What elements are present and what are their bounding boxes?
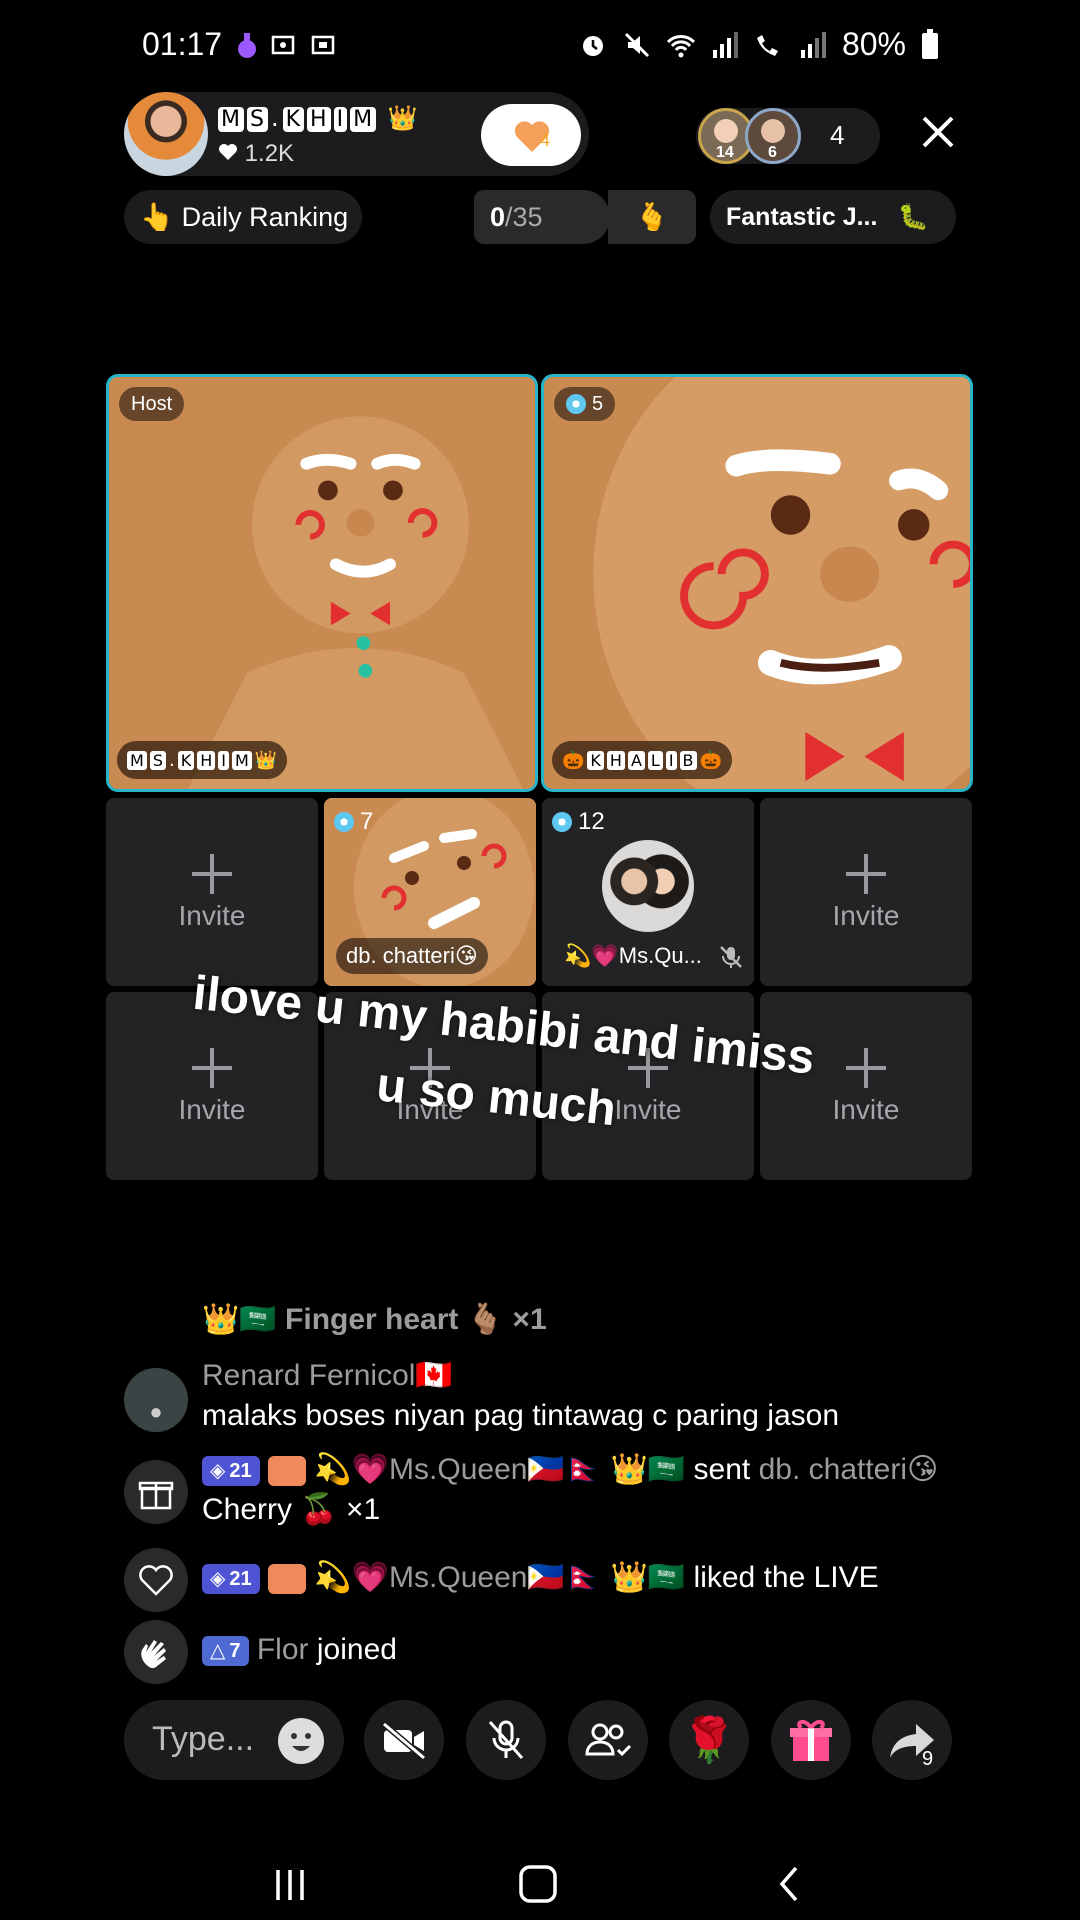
seat-name: 💫💗Ms.Qu... bbox=[564, 943, 702, 968]
gem-icon bbox=[552, 812, 572, 832]
video-off-icon bbox=[382, 1721, 426, 1760]
seat-level-badge: 12 bbox=[552, 808, 605, 836]
rose-gift-button[interactable]: 🌹 bbox=[669, 1700, 749, 1780]
seat-level-badge: 7 bbox=[334, 808, 373, 836]
wifi-icon bbox=[666, 34, 696, 57]
status-time: 01:17 bbox=[142, 26, 223, 62]
like-heart-icon bbox=[139, 1565, 173, 1596]
mic-muted-icon bbox=[720, 946, 742, 968]
host-likes: 1.2K bbox=[218, 140, 294, 168]
rose-icon: 🌹 bbox=[681, 1716, 737, 1765]
screen-capture-icon bbox=[271, 35, 295, 55]
invite-label: Invite bbox=[178, 900, 246, 931]
host-seat-nameplate: MS.KHIM 👑 bbox=[117, 741, 288, 779]
fan-badge bbox=[267, 1564, 306, 1595]
battery-percent: 80% bbox=[841, 26, 906, 62]
plus-icon bbox=[192, 854, 232, 894]
heart-icon bbox=[219, 144, 237, 160]
status-notification-icons bbox=[236, 30, 338, 60]
guests-button[interactable] bbox=[568, 1700, 648, 1780]
crown-icon: 👑 bbox=[254, 749, 278, 771]
close-icon[interactable] bbox=[918, 112, 958, 152]
mic-off-button[interactable] bbox=[466, 1700, 546, 1780]
screen-record-icon bbox=[311, 35, 335, 55]
guest-level-badge: 5 bbox=[554, 387, 616, 421]
viewer-avatar-2-badge: 6 bbox=[768, 144, 777, 161]
comment-placeholder: Type... bbox=[152, 1720, 255, 1758]
triangle-icon: △ bbox=[210, 1640, 226, 1663]
fan-badge bbox=[267, 1456, 306, 1487]
emoji-button[interactable] bbox=[278, 1718, 324, 1764]
viewer-count: 4 bbox=[830, 120, 845, 150]
invite-label: Invite bbox=[832, 900, 900, 931]
gingerbread-face-host bbox=[109, 377, 535, 789]
viewer-avatar-1-badge: 14 bbox=[716, 144, 734, 161]
signal-2-icon bbox=[800, 31, 826, 58]
back-icon[interactable] bbox=[770, 1864, 810, 1904]
user-avatar bbox=[124, 1620, 188, 1684]
user-avatar bbox=[124, 1548, 188, 1612]
gem-icon bbox=[566, 394, 586, 414]
status-bar: 01:17 80% bbox=[0, 0, 1080, 92]
diamond-icon: ◈ bbox=[210, 1568, 226, 1591]
user-avatar[interactable] bbox=[124, 1368, 188, 1432]
user-level-badge: △ 7 bbox=[202, 1636, 249, 1667]
daily-ranking-label: Daily Ranking bbox=[181, 201, 349, 232]
plus-icon bbox=[846, 854, 886, 894]
share-count: 9 bbox=[922, 1748, 934, 1770]
host-tag: Host bbox=[119, 387, 185, 421]
gift-button[interactable] bbox=[771, 1700, 851, 1780]
gift-box-icon bbox=[790, 1720, 832, 1761]
host-name: MS.KHIM 👑 bbox=[218, 104, 419, 132]
emoji-icon bbox=[291, 1733, 311, 1751]
guest-seat-nameplate: 🎃 KHALIB 🎃 bbox=[552, 741, 732, 779]
share-button[interactable] bbox=[872, 1700, 952, 1780]
mute-icon bbox=[624, 32, 650, 57]
caterpillar-icon: 🐛 bbox=[897, 202, 929, 231]
goal-gift-chip[interactable]: 🫰 bbox=[608, 190, 696, 244]
call-signal-icon bbox=[756, 34, 778, 56]
seat-name: db. chatteri😘 bbox=[336, 938, 488, 974]
guest-seat-2[interactable]: 7 db. chatteri😘 bbox=[324, 798, 536, 986]
gift-icon bbox=[138, 1481, 174, 1510]
recent-apps-icon[interactable] bbox=[270, 1864, 310, 1904]
battery-icon bbox=[922, 28, 938, 59]
user-level-badge: ◈ 21 bbox=[202, 1456, 260, 1487]
guest-avatar bbox=[602, 840, 694, 932]
gingerbread-face-guest bbox=[544, 377, 970, 789]
wave-hand-icon bbox=[141, 1640, 166, 1669]
host-avatar[interactable] bbox=[124, 92, 208, 176]
mic-off-icon bbox=[488, 1720, 524, 1759]
camera-off-button[interactable] bbox=[364, 1700, 444, 1780]
crown-icon: 👑 bbox=[387, 104, 419, 132]
signal-icon bbox=[712, 31, 738, 58]
gem-icon bbox=[334, 812, 354, 832]
daily-ranking-chip[interactable]: 👆 Daily Ranking bbox=[124, 190, 362, 244]
finger-heart-icon: 🫰 bbox=[635, 202, 669, 232]
potion-icon bbox=[238, 33, 256, 58]
guest-seat-3[interactable]: 12 💫💗Ms.Qu... bbox=[542, 798, 754, 986]
status-right-icons: 80% bbox=[578, 26, 940, 63]
follow-heart-count: 4 bbox=[540, 130, 551, 150]
guest-seat-1[interactable]: 5 🎃 KHALIB 🎃 bbox=[541, 374, 973, 792]
home-icon[interactable] bbox=[518, 1864, 558, 1904]
goal-progress-chip[interactable]: 0/35 bbox=[474, 190, 610, 244]
system-nav-bar bbox=[0, 1820, 1080, 1920]
invite-seat-2[interactable]: Invite bbox=[760, 798, 972, 986]
diamond-icon: ◈ bbox=[210, 1460, 226, 1483]
host-seat[interactable]: Host MS.KHIM 👑 bbox=[106, 374, 538, 792]
user-avatar bbox=[124, 1460, 188, 1524]
alarm-icon bbox=[582, 35, 603, 56]
pointing-hand-icon: 👆 bbox=[140, 202, 174, 232]
user-level-badge: ◈ 21 bbox=[202, 1564, 260, 1595]
fantastic-chip[interactable]: Fantastic J... 🐛 bbox=[710, 190, 956, 244]
users-check-icon bbox=[585, 1723, 632, 1757]
